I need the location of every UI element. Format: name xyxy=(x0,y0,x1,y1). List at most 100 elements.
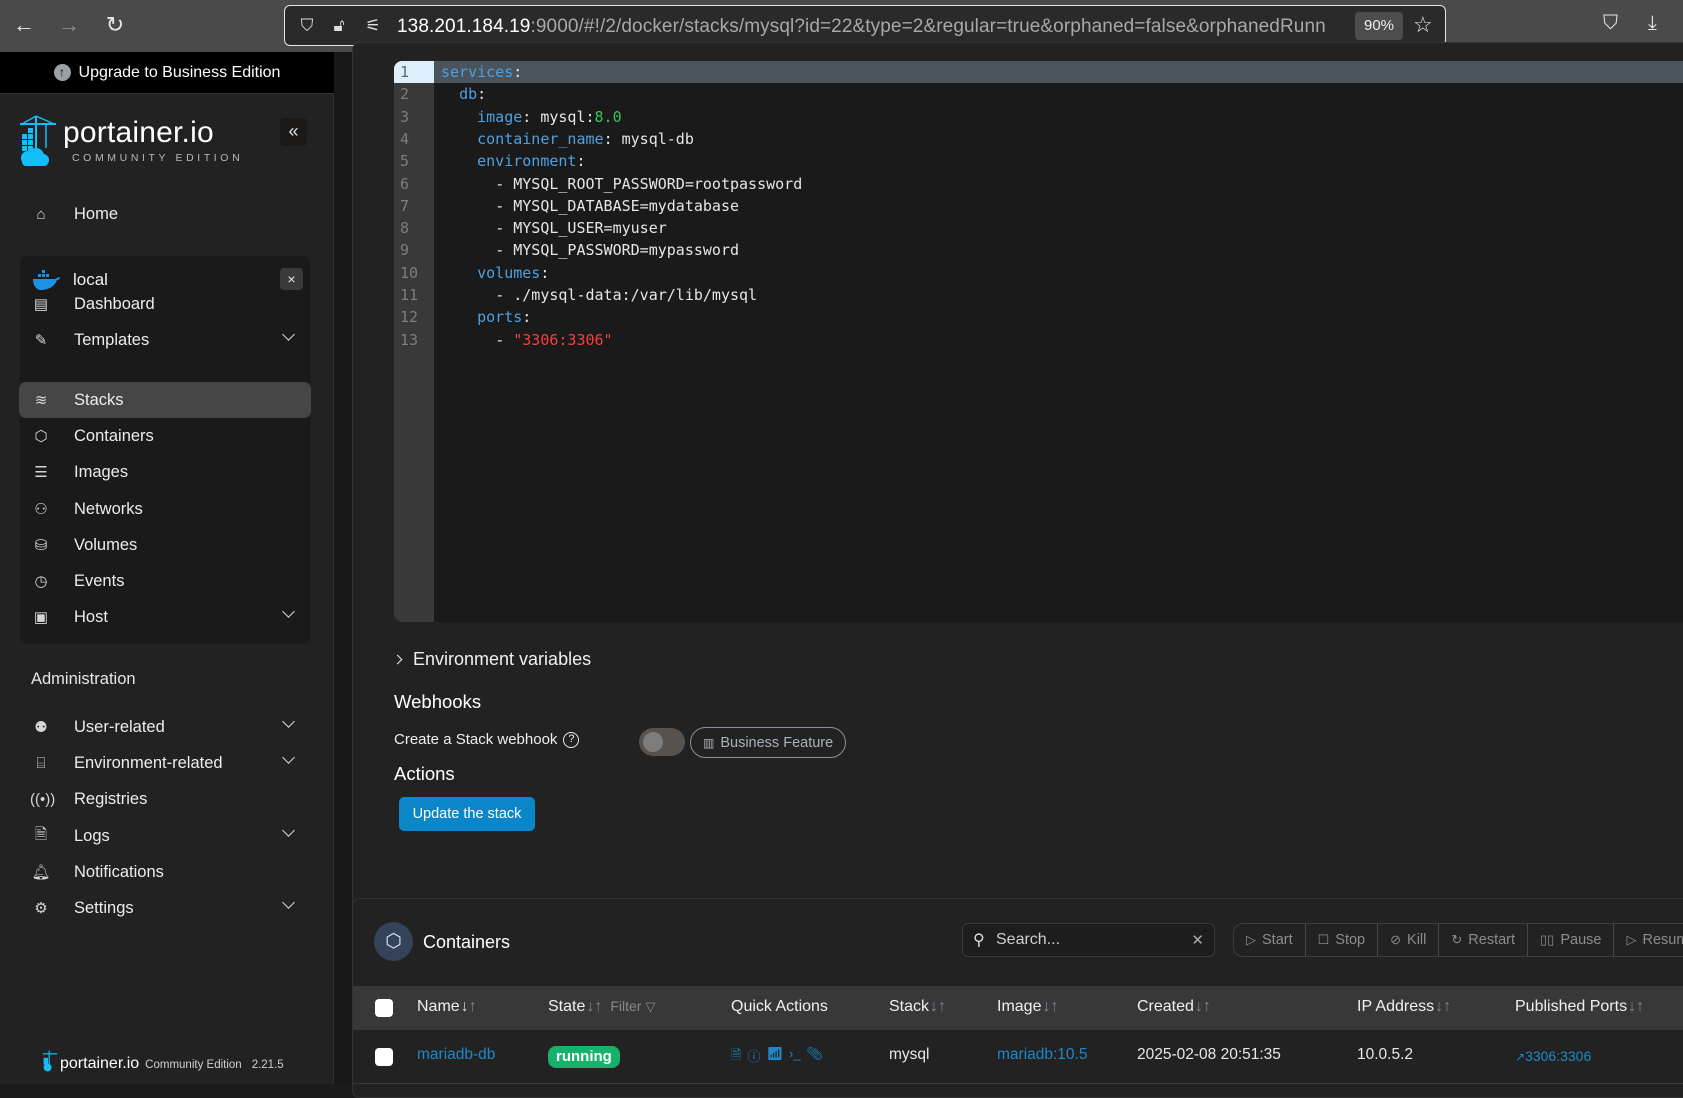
code-token: services xyxy=(441,63,514,81)
help-circle-icon[interactable]: ? xyxy=(563,731,580,748)
table-row[interactable]: mariadb-db running 🗎︎ ⓘ 📶︎ ›_ 📎︎ mysql m… xyxy=(353,1030,1683,1084)
permissions-icon[interactable]: ⚟ xyxy=(361,14,385,38)
sidebar-item-dashboard[interactable]: ▤ Dashboard xyxy=(19,286,311,322)
logs-icon[interactable]: 🗎︎ xyxy=(731,1046,741,1068)
sidebar-item-events[interactable]: ◷ Events xyxy=(19,563,311,599)
search-box: ⚲ ✕ xyxy=(962,923,1215,957)
sidebar-item-settings[interactable]: ⚙ Settings xyxy=(19,890,311,926)
download-icon[interactable]: ⤓ xyxy=(1648,12,1657,35)
code-token: volumes xyxy=(477,263,541,282)
address-bar[interactable]: ⛉ 🔓︎ ⚟ 138.201.184.19:9000/#!/2/docker/s… xyxy=(284,5,1446,46)
code-line[interactable]: 6 - MYSQL_ROOT_PASSWORD=rootpassword xyxy=(394,173,1683,195)
reload-icon[interactable]: ↻ xyxy=(100,10,130,40)
column-header-ip-address[interactable]: IP Address↓↑ xyxy=(1357,998,1451,1016)
sidebar-item-home[interactable]: ⌂ Home xyxy=(19,196,311,232)
toggle-knob xyxy=(643,732,663,752)
code-token: - MYSQL_USER=myuser xyxy=(495,219,667,238)
column-header-stack[interactable]: Stack↓↑ xyxy=(889,998,946,1016)
restart-button[interactable]: ↻ Restart xyxy=(1439,924,1529,956)
column-header-published-ports[interactable]: Published Ports↓↑ xyxy=(1515,998,1644,1016)
chevron-down-icon[interactable] xyxy=(282,896,295,909)
clear-search-icon[interactable]: ✕ xyxy=(1191,931,1204,949)
actions-heading: Actions xyxy=(394,763,455,784)
sidebar-item-templates[interactable]: ✎ Templates xyxy=(19,322,311,358)
code-line[interactable]: 11 - ./mysql-data:/var/lib/mysql xyxy=(394,284,1683,306)
sidebar-item-host[interactable]: ▣ Host xyxy=(19,599,311,635)
code-line[interactable]: 1 services: xyxy=(394,61,1683,84)
code-line[interactable]: 7 - MYSQL_DATABASE=mydatabase xyxy=(394,195,1683,217)
pause-button[interactable]: ▯▯ Pause xyxy=(1528,924,1615,956)
sort-icon: ↓↑ xyxy=(1435,998,1452,1015)
sidebar-item-stacks[interactable]: ≋ Stacks xyxy=(19,382,311,418)
chevron-down-icon[interactable] xyxy=(282,751,295,764)
bookmark-star-icon[interactable]: ☆ xyxy=(1413,12,1433,38)
pocket-icon[interactable]: ⛉ xyxy=(1603,12,1618,35)
sidebar-item-logs[interactable]: 🗎︎ Logs xyxy=(19,818,311,854)
code-line[interactable]: 10 volumes: xyxy=(394,262,1683,284)
start-button[interactable]: ▷ Start xyxy=(1234,924,1306,956)
chevron-down-icon[interactable] xyxy=(282,328,295,341)
info-icon[interactable]: ⓘ xyxy=(747,1046,760,1068)
sort-icon: ↓↑ xyxy=(930,998,947,1015)
container-image-link[interactable]: mariadb:10.5 xyxy=(997,1046,1087,1064)
environment-variables-toggle[interactable]: Environment variables xyxy=(392,649,591,670)
code-token: : xyxy=(540,263,550,282)
sidebar-item-registries[interactable]: ((•)) Registries xyxy=(19,781,311,817)
resume-button[interactable]: ▷ Resume xyxy=(1614,924,1683,956)
stats-icon[interactable]: 📶︎ xyxy=(766,1046,783,1068)
webhook-label: Create a Stack webhook xyxy=(394,731,558,748)
code-line[interactable]: 9 - MYSQL_PASSWORD=mypassword xyxy=(394,239,1683,261)
sidebar-item-containers[interactable]: ⬡ Containers xyxy=(19,418,311,454)
container-name-link[interactable]: mariadb-db xyxy=(417,1046,495,1064)
code-line[interactable]: 3 image: mysql:8.0 xyxy=(394,106,1683,128)
shield-icon[interactable]: ⛉ xyxy=(295,14,319,38)
code-token: db xyxy=(459,85,478,104)
sidebar-item-networks[interactable]: ⚇ Networks xyxy=(19,491,311,527)
console-icon[interactable]: ›_ xyxy=(789,1046,801,1068)
chevron-down-icon[interactable] xyxy=(282,824,295,837)
code-token: - MYSQL_PASSWORD=mypassword xyxy=(495,241,740,260)
forward-icon[interactable]: → xyxy=(54,10,84,40)
insecure-lock-icon[interactable]: 🔓︎ xyxy=(327,14,351,38)
code-line[interactable]: 12 ports: xyxy=(394,306,1683,328)
code-line[interactable]: 4 container_name: mysql-db xyxy=(394,128,1683,150)
back-icon[interactable]: ← xyxy=(9,10,39,40)
column-header-image[interactable]: Image↓↑ xyxy=(997,998,1058,1016)
kill-button[interactable]: ⊘ Kill xyxy=(1378,924,1440,956)
sidebar-item-notifications[interactable]: 🔔︎ Notifications xyxy=(19,854,311,890)
line-number: 3 xyxy=(400,107,410,126)
sidebar-item-images[interactable]: ☰ Images xyxy=(19,454,311,490)
attach-icon[interactable]: 📎︎ xyxy=(807,1046,824,1068)
filter-icon[interactable]: ▽ xyxy=(645,999,655,1014)
filter-label[interactable]: Filter xyxy=(610,998,641,1014)
url-text[interactable]: 138.201.184.19:9000/#!/2/docker/stacks/m… xyxy=(397,16,1342,38)
search-input[interactable] xyxy=(996,924,1186,956)
row-checkbox[interactable] xyxy=(375,1048,393,1066)
sidebar-item-environment-related[interactable]: ⌸ Environment-related xyxy=(19,745,311,781)
sidebar-item-volumes[interactable]: ⛁ Volumes xyxy=(19,527,311,563)
portainer-logo[interactable]: portainer.io COMMUNITY EDITION xyxy=(18,114,248,170)
code-editor[interactable]: 1 services: 2 db: 3 image: mysql:8.0 4 conta… xyxy=(394,61,1683,622)
column-header-state[interactable]: State↓↑ Filter ▽ xyxy=(548,998,655,1016)
code-line[interactable]: 8 - MYSQL_USER=myuser xyxy=(394,217,1683,239)
chevron-down-icon[interactable] xyxy=(282,605,295,618)
webhook-toggle-switch[interactable] xyxy=(639,728,685,756)
upgrade-banner[interactable]: ↑ Upgrade to Business Edition xyxy=(0,52,334,94)
column-header-name[interactable]: Name↓↑ xyxy=(417,998,477,1016)
code-token: : xyxy=(513,63,523,81)
chevron-down-icon[interactable] xyxy=(282,715,295,728)
published-port-link[interactable]: ↗3306:3306 xyxy=(1515,1048,1591,1064)
zoom-level-badge[interactable]: 90% xyxy=(1355,12,1403,40)
stop-button[interactable]: ☐ Stop xyxy=(1306,924,1379,956)
select-all-checkbox[interactable] xyxy=(375,999,393,1017)
collapse-sidebar-button[interactable]: « xyxy=(280,118,307,146)
update-stack-button[interactable]: Update the stack xyxy=(399,797,535,831)
sidebar-item-user-related[interactable]: ⚉ User-related xyxy=(19,709,311,745)
line-content: db: xyxy=(441,83,486,105)
code-line[interactable]: 13 - "3306:3306" xyxy=(394,329,1683,351)
column-header-created[interactable]: Created↓↑ xyxy=(1137,998,1211,1016)
business-feature-badge[interactable]: ▥ Business Feature xyxy=(690,727,847,758)
code-line[interactable]: 2 db: xyxy=(394,83,1683,105)
radio-icon: ((•)) xyxy=(30,790,56,808)
code-line[interactable]: 5 environment: xyxy=(394,150,1683,172)
